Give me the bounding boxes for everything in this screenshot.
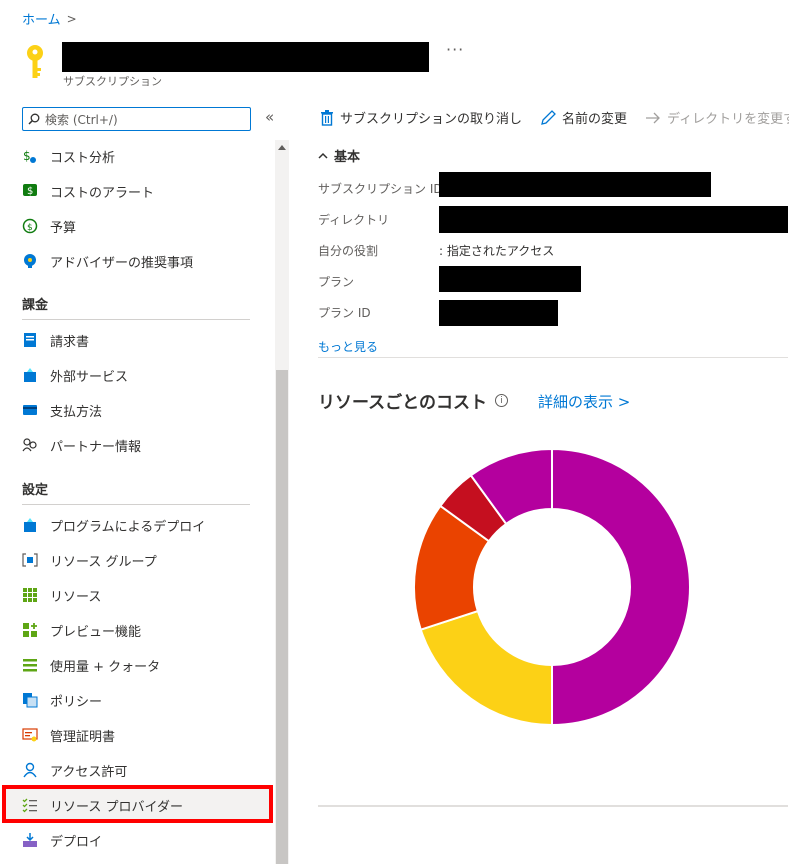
plan-label: プラン (318, 275, 355, 289)
search-placeholder: 検索 (Ctrl+/) (45, 112, 118, 127)
scrollbar-thumb[interactable] (276, 370, 288, 864)
highlight-annotation (2, 785, 273, 823)
chevron-up-icon (318, 152, 328, 159)
see-more-link[interactable]: もっと見る (318, 338, 378, 355)
sidebar-item-permissions[interactable]: アクセス許可 (22, 756, 127, 784)
change-directory-button[interactable]: ディレクトリを変更する (645, 108, 789, 127)
sidebar-item-budgets[interactable]: $ 予算 (22, 212, 76, 240)
redacted-plan-id (439, 300, 558, 326)
cost-by-resource-title: リソースごとのコスト i (318, 388, 508, 413)
sidebar-item-preview-features[interactable]: プレビュー機能 (22, 616, 141, 644)
sidebar-item-cost-alerts[interactable]: $ コストのアラート (22, 177, 154, 205)
cost-alert-icon: $ (22, 183, 38, 199)
deployments-icon (22, 832, 38, 848)
my-role-label: 自分の役割 (318, 244, 379, 258)
sidebar-item-partner-info[interactable]: パートナー情報 (22, 431, 141, 459)
cost-analysis-icon: $ (22, 148, 38, 164)
breadcrumb-home[interactable]: ホーム (22, 9, 61, 28)
preview-features-icon (22, 622, 38, 638)
section-bottom-divider (318, 805, 788, 807)
key-icon (27, 45, 43, 78)
partner-info-icon (22, 437, 38, 453)
breadcrumb: ホーム > (22, 9, 77, 29)
cost-donut-chart (413, 447, 691, 727)
section-title-settings: 設定 (22, 483, 49, 498)
view-details-link[interactable]: 詳細の表示 > (538, 391, 630, 412)
more-options-button[interactable]: ··· (446, 40, 464, 59)
programmatic-deploy-icon (22, 517, 38, 533)
sidebar-item-programmatic-deployment[interactable]: プログラムによるデプロイ (22, 511, 205, 539)
sidebar-item-usage-quotas[interactable]: 使用量 + クォータ (22, 651, 160, 679)
permissions-icon (22, 762, 38, 778)
search-input[interactable]: 検索 (Ctrl+/) (22, 107, 251, 131)
trash-icon (321, 109, 333, 126)
directory-label: ディレクトリ (318, 213, 390, 227)
section-title-billing: 課金 (22, 298, 49, 313)
command-bar: サブスクリプションの取り消し 名前の変更 ディレクトリを変更する (320, 108, 789, 127)
sidebar-item-external-services[interactable]: 外部サービス (22, 361, 128, 389)
sidebar-item-deployments[interactable]: デプロイ (22, 826, 102, 854)
sidebar-item-policies[interactable]: ポリシー (22, 686, 102, 714)
advisor-icon (22, 253, 38, 269)
essentials-divider (318, 357, 788, 358)
info-icon[interactable]: i (494, 394, 508, 407)
subscription-id-label: サブスクリプション ID (318, 182, 443, 196)
usage-quota-icon (22, 657, 38, 673)
my-role-value: : 指定されたアクセス (439, 244, 555, 258)
plan-id-label: プラン ID (318, 306, 371, 320)
redacted-subscription-id (439, 172, 711, 197)
sidebar-item-cost-analysis[interactable]: $ コスト分析 (22, 142, 115, 170)
collapse-sidebar-button[interactable]: « (265, 108, 274, 126)
resource-group-icon (22, 552, 38, 568)
sidebar-item-invoices[interactable]: 請求書 (22, 326, 89, 354)
sidebar-item-resources[interactable]: リソース (22, 581, 101, 609)
sidebar-item-advisor[interactable]: アドバイザーの推奨事項 (22, 247, 193, 275)
search-icon (28, 113, 40, 125)
external-services-icon (22, 367, 38, 383)
donut-slice-0[interactable] (551, 447, 691, 727)
management-cert-icon (22, 727, 38, 743)
payment-method-icon (22, 402, 38, 418)
section-divider (22, 319, 250, 320)
redacted-plan (439, 266, 581, 292)
svg-text:$: $ (27, 186, 33, 197)
policy-icon (22, 692, 38, 708)
arrow-right-icon (646, 112, 660, 123)
section-divider (22, 504, 250, 505)
resources-icon (22, 587, 38, 603)
sidebar-item-resource-groups[interactable]: リソース グループ (22, 546, 157, 574)
redacted-directory (439, 206, 788, 233)
svg-text:$: $ (23, 149, 31, 163)
svg-text:$: $ (27, 223, 33, 233)
sidebar-item-payment-methods[interactable]: 支払方法 (22, 396, 102, 424)
pencil-icon (541, 109, 556, 125)
budget-icon: $ (22, 218, 38, 234)
cancel-subscription-button[interactable]: サブスクリプションの取り消し (320, 108, 522, 127)
invoice-icon (22, 332, 38, 348)
breadcrumb-separator: > (66, 11, 77, 26)
page-subtitle: サブスクリプション (63, 75, 162, 88)
scroll-up-icon[interactable] (278, 145, 286, 150)
redacted-subscription-name (62, 42, 429, 72)
sidebar-item-management-certificates[interactable]: 管理証明書 (22, 721, 115, 749)
rename-button[interactable]: 名前の変更 (540, 108, 627, 127)
essentials-toggle[interactable]: 基本 (318, 146, 360, 165)
donut-slice-1[interactable] (419, 609, 553, 727)
